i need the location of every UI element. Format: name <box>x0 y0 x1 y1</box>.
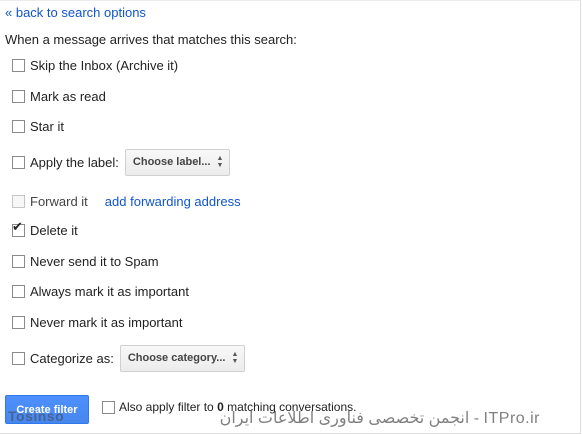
option-star: Star it <box>12 117 64 135</box>
also-apply-checkbox[interactable] <box>102 400 115 414</box>
create-filter-button[interactable]: Create filter <box>5 395 89 424</box>
delete-checkbox[interactable]: ✔ <box>12 219 25 237</box>
star-label: Star it <box>30 118 64 134</box>
choose-label-select[interactable]: Choose label... ▲ ▼ <box>124 148 231 176</box>
mark-read-label: Mark as read <box>30 88 106 104</box>
always-important-label: Always mark it as important <box>30 283 189 299</box>
skip-inbox-label: Skip the Inbox (Archive it) <box>30 57 179 73</box>
option-always-important: Always mark it as important <box>12 282 189 300</box>
forward-checkbox <box>12 194 25 208</box>
back-to-search-options-link[interactable]: « back to search options <box>5 5 146 20</box>
star-checkbox[interactable] <box>12 119 25 133</box>
option-skip-inbox: Skip the Inbox (Archive it) <box>12 56 178 74</box>
delete-label: Delete it <box>30 222 78 238</box>
option-never-important: Never mark it as important <box>12 313 182 331</box>
also-apply-option: Also apply filter to 0 matching conversa… <box>102 399 357 415</box>
categorize-checkbox[interactable] <box>12 351 25 365</box>
option-never-spam: Never send it to Spam <box>12 252 159 270</box>
choose-category-select[interactable]: Choose category... ▲ ▼ <box>119 344 246 372</box>
choose-label-value: Choose label... <box>132 156 211 168</box>
also-apply-label: Also apply filter to 0 matching conversa… <box>119 400 357 414</box>
select-arrows-icon: ▲ ▼ <box>216 155 224 169</box>
forward-label: Forward it <box>30 193 88 209</box>
filter-heading: When a message arrives that matches this… <box>5 32 297 47</box>
never-important-checkbox[interactable] <box>12 315 25 329</box>
option-delete: ✔ Delete it <box>12 219 78 239</box>
add-forwarding-address-link[interactable]: add forwarding address <box>105 194 241 209</box>
categorize-label: Categorize as: <box>30 350 114 366</box>
always-important-checkbox[interactable] <box>12 284 25 298</box>
apply-label-checkbox[interactable] <box>12 155 25 169</box>
skip-inbox-checkbox[interactable] <box>12 58 25 72</box>
select-arrows-icon: ▲ ▼ <box>231 351 239 365</box>
never-important-label: Never mark it as important <box>30 314 183 330</box>
filter-actions-panel: « back to search options When a message … <box>0 0 581 434</box>
option-forward: Forward it add forwarding address <box>12 192 241 210</box>
checkmark-icon: ✔ <box>12 219 23 235</box>
never-spam-label: Never send it to Spam <box>30 253 159 269</box>
choose-category-value: Choose category... <box>127 352 226 364</box>
mark-read-checkbox[interactable] <box>12 89 25 103</box>
option-categorize: Categorize as: Choose category... ▲ ▼ <box>12 343 246 373</box>
never-spam-checkbox[interactable] <box>12 254 25 268</box>
option-mark-read: Mark as read <box>12 87 106 105</box>
option-apply-label: Apply the label: Choose label... ▲ ▼ <box>12 147 231 177</box>
apply-label-label: Apply the label: <box>30 154 119 170</box>
matching-count: 0 <box>217 400 224 414</box>
